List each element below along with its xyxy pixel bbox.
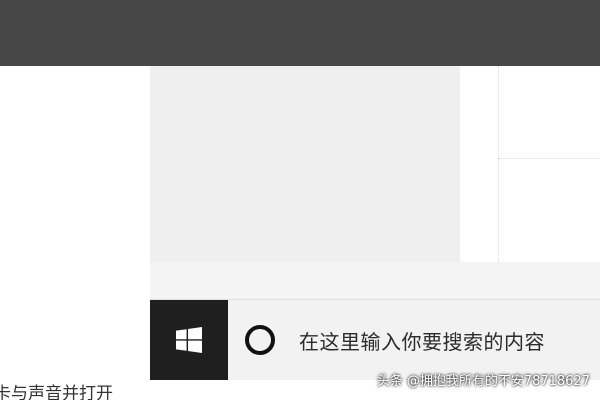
- article-caption-text: 卡与声音并打开: [0, 384, 113, 400]
- window-bottom-strip: [150, 262, 600, 300]
- watermark: 头条 @拥抱我所有的不安78718627: [376, 373, 590, 389]
- dotted-divider-horizontal: [498, 158, 600, 159]
- left-white-panel: [0, 66, 150, 400]
- window-content-area: [150, 66, 460, 262]
- start-button[interactable]: [150, 300, 228, 380]
- search-placeholder[interactable]: 在这里输入你要搜索的内容: [299, 326, 545, 355]
- cortana-circle-icon[interactable]: [245, 325, 275, 355]
- top-dark-bar: [0, 0, 600, 66]
- dotted-divider-vertical: [498, 66, 499, 262]
- windows-logo-icon: [176, 327, 202, 353]
- window-right-pane: [460, 66, 600, 262]
